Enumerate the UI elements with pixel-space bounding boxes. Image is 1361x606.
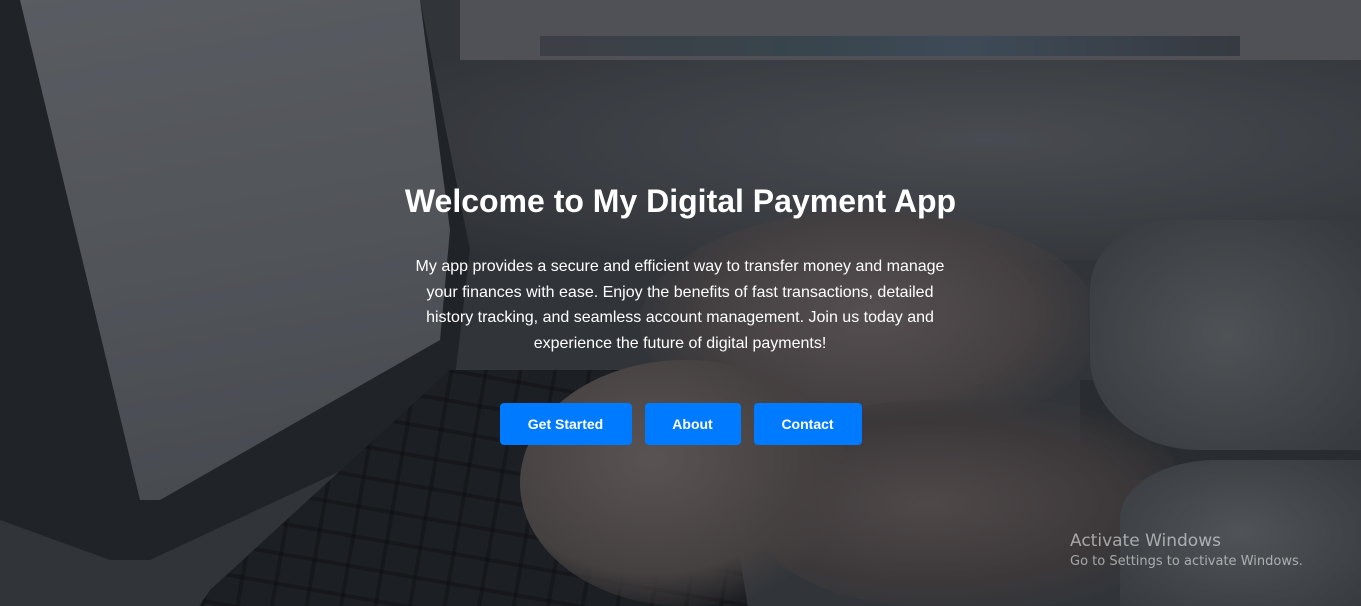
get-started-button[interactable]: Get Started (499, 403, 632, 445)
hero-content: Welcome to My Digital Payment App My app… (0, 0, 1361, 606)
contact-button[interactable]: Contact (753, 403, 862, 445)
hero-section: Welcome to My Digital Payment App My app… (0, 0, 1361, 606)
activate-windows-watermark: Activate Windows Go to Settings to activ… (1070, 530, 1303, 571)
watermark-subtitle: Go to Settings to activate Windows. (1070, 554, 1303, 569)
cta-button-group: Get Started About Contact (0, 403, 1361, 445)
page-title: Welcome to My Digital Payment App (404, 183, 957, 219)
hero-description: My app provides a secure and efficient w… (415, 258, 945, 352)
about-button[interactable]: About (644, 403, 741, 445)
watermark-title: Activate Windows (1070, 531, 1221, 551)
